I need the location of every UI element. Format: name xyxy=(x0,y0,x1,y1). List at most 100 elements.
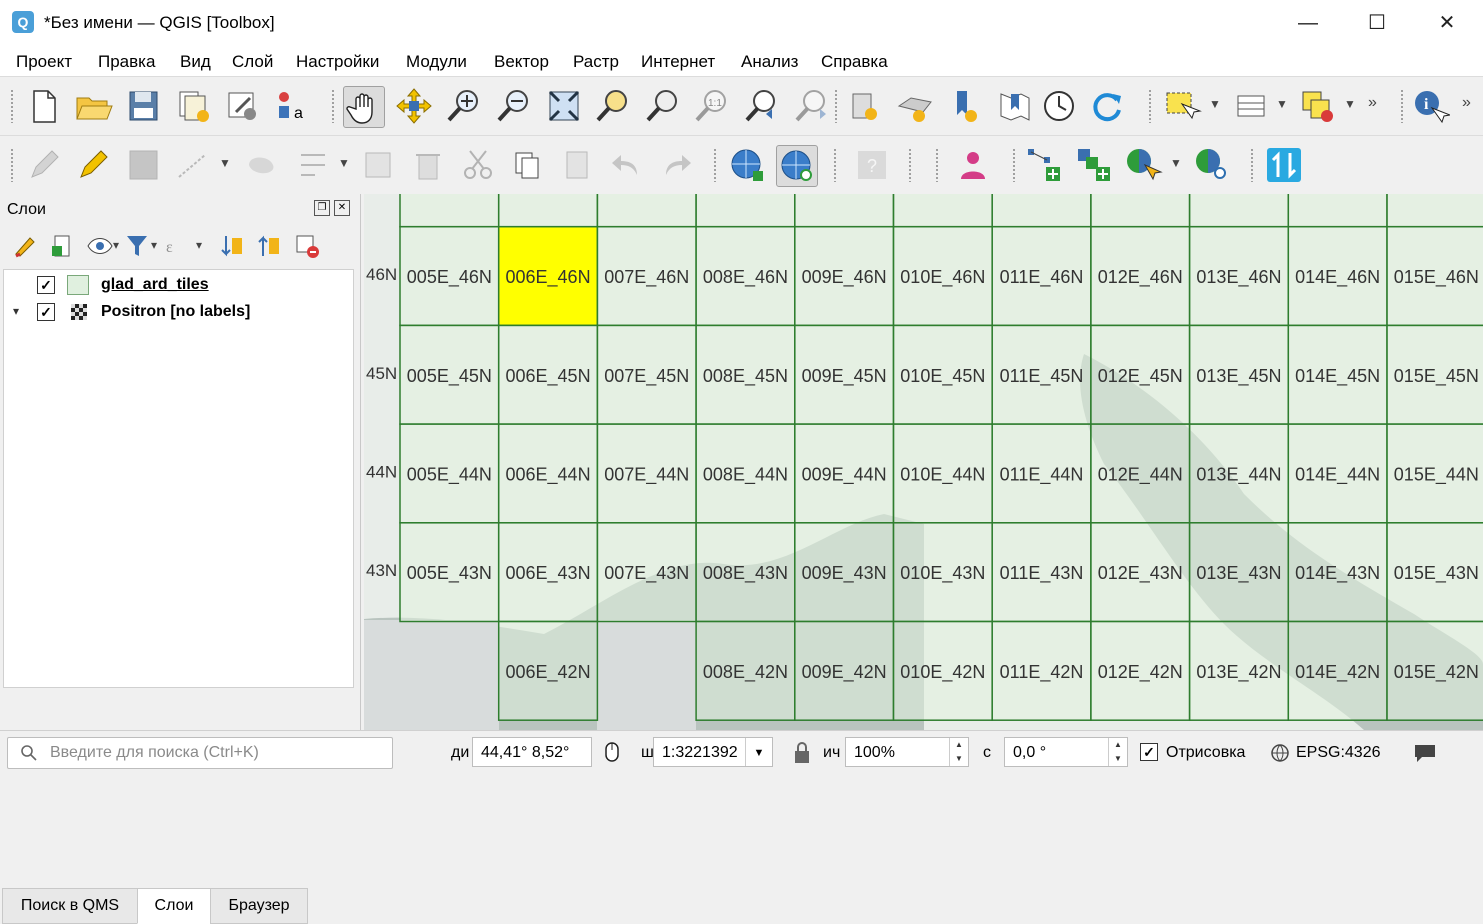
tile-cell[interactable] xyxy=(399,194,500,228)
zoom-native-icon[interactable]: 1:1 xyxy=(692,86,732,126)
toggle-editing-icon[interactable] xyxy=(73,145,113,185)
map-tips-icon[interactable] xyxy=(995,86,1035,126)
tab-layers[interactable]: Слои xyxy=(137,888,211,924)
refresh-icon[interactable] xyxy=(1087,86,1127,126)
chevron-down-icon[interactable]: ▾ xyxy=(113,238,119,252)
help-icon[interactable]: ? xyxy=(852,145,892,185)
float-panel-icon[interactable]: ❐ xyxy=(314,200,330,216)
open-attribute-table-icon[interactable] xyxy=(1232,86,1272,126)
style-manager-icon[interactable]: a xyxy=(272,86,312,126)
chevron-down-icon[interactable]: ▼ xyxy=(338,156,350,170)
new-bookmark-icon[interactable] xyxy=(845,86,885,126)
vertex-tool-icon[interactable] xyxy=(243,145,283,185)
crs-label[interactable]: EPSG:4326 xyxy=(1296,744,1381,762)
close-button[interactable]: ✕ xyxy=(1412,0,1482,46)
tile-cell[interactable] xyxy=(794,194,895,228)
minimize-button[interactable]: — xyxy=(1273,0,1343,46)
copy-features-icon[interactable] xyxy=(507,145,547,185)
qms-add-service-icon[interactable] xyxy=(727,145,767,185)
filter-expression-icon[interactable]: ε xyxy=(162,232,190,260)
layer-item[interactable]: ✓ glad_ard_tiles xyxy=(4,273,353,297)
tile-cell[interactable] xyxy=(1188,194,1290,228)
temporal-controller-icon[interactable] xyxy=(1039,86,1079,126)
menu-analysis[interactable]: Анализ xyxy=(741,52,798,72)
zoom-next-icon[interactable] xyxy=(792,86,832,126)
menu-vector[interactable]: Вектор xyxy=(494,52,549,72)
zoom-in-icon[interactable] xyxy=(444,86,484,126)
spin-arrows-icon[interactable]: ▲ ▼ xyxy=(1108,738,1127,766)
chevron-down-icon[interactable]: ▾ xyxy=(151,238,157,252)
menu-web[interactable]: Интернет xyxy=(641,52,715,72)
deselect-all-icon[interactable] xyxy=(1298,86,1338,126)
paste-features-icon[interactable] xyxy=(557,145,597,185)
decorations-icon[interactable] xyxy=(945,86,985,126)
modify-attributes-icon[interactable] xyxy=(293,145,333,185)
toolbar-grip[interactable] xyxy=(834,89,838,123)
style-layer-icon[interactable] xyxy=(12,232,40,260)
menu-raster[interactable]: Растр xyxy=(573,52,619,72)
layer-visibility-checkbox[interactable]: ✓ xyxy=(37,303,55,321)
layer-visibility-checkbox[interactable]: ✓ xyxy=(37,276,55,294)
mouse-coordinate-icon[interactable] xyxy=(600,741,624,765)
add-feature-icon[interactable] xyxy=(173,145,213,185)
chevron-down-icon[interactable]: ▼ xyxy=(1276,97,1288,111)
toolbar-grip[interactable] xyxy=(1400,89,1404,123)
collapse-all-icon[interactable] xyxy=(255,232,283,260)
chevron-down-icon[interactable]: ▼ xyxy=(219,156,231,170)
coordinate-field[interactable]: 44,41° 8,52° xyxy=(472,737,592,767)
chevron-down-icon[interactable]: ▼ xyxy=(745,738,772,766)
identify-features-icon[interactable]: i xyxy=(1410,86,1452,126)
redo-icon[interactable] xyxy=(656,145,696,185)
select-features-icon[interactable] xyxy=(1162,86,1202,126)
cut-features-icon[interactable] xyxy=(458,145,498,185)
menu-settings[interactable]: Настройки xyxy=(296,52,379,72)
map-canvas[interactable]: 005E_47N006E_47N007E_47N008E_47N009E_47N… xyxy=(364,194,1483,730)
toolbar-grip[interactable] xyxy=(1012,148,1016,182)
manage-visibility-icon[interactable] xyxy=(86,232,114,260)
pan-icon[interactable] xyxy=(343,86,385,128)
layer-item[interactable]: ▾ ✓ Positron [no labels] xyxy=(4,300,353,324)
select-by-location-icon[interactable] xyxy=(1123,145,1163,185)
qms-search-icon[interactable] xyxy=(776,145,818,187)
current-edits-icon[interactable] xyxy=(24,145,64,185)
delete-selected-icon[interactable] xyxy=(408,145,448,185)
crs-globe-icon[interactable] xyxy=(1270,743,1290,763)
print-layout-icon[interactable] xyxy=(173,86,213,126)
map-svg[interactable]: 005E_47N006E_47N007E_47N008E_47N009E_47N… xyxy=(364,194,1483,730)
toolbar-grip[interactable] xyxy=(713,148,717,182)
lock-scale-icon[interactable] xyxy=(792,741,812,765)
tile-cell[interactable] xyxy=(892,194,993,228)
toolbar-overflow-icon[interactable]: » xyxy=(1368,94,1377,112)
chevron-down-icon[interactable]: ▾ xyxy=(196,238,202,252)
chevron-down-icon[interactable]: ▼ xyxy=(1209,97,1221,111)
toolbar-grip[interactable] xyxy=(10,148,14,182)
user-profile-icon[interactable] xyxy=(953,145,993,185)
toolbar-grip[interactable] xyxy=(1148,89,1152,123)
remove-layer-icon[interactable] xyxy=(293,232,321,260)
new-project-icon[interactable] xyxy=(24,86,64,126)
zoom-out-icon[interactable] xyxy=(494,86,534,126)
tile-cell[interactable] xyxy=(991,194,1092,228)
chevron-down-icon[interactable]: ▼ xyxy=(1170,156,1182,170)
locator-search[interactable]: Введите для поиска (Ctrl+K) xyxy=(7,737,393,769)
show-bookmarks-icon[interactable] xyxy=(895,86,935,126)
menu-edit[interactable]: Правка xyxy=(98,52,155,72)
sort-icon[interactable] xyxy=(1264,145,1304,185)
toolbar-grip[interactable] xyxy=(1250,148,1254,182)
save-project-icon[interactable] xyxy=(123,86,163,126)
chevron-down-icon[interactable]: ▼ xyxy=(1344,97,1356,111)
tab-browser[interactable]: Браузер xyxy=(210,888,308,924)
tile-cell[interactable] xyxy=(596,194,697,228)
toolbar-grip[interactable] xyxy=(935,148,939,182)
toolbar-grip[interactable] xyxy=(331,89,335,123)
render-checkbox[interactable]: ✓ xyxy=(1140,743,1158,761)
menu-layer[interactable]: Слой xyxy=(232,52,273,72)
toolbar-overflow-icon[interactable]: » xyxy=(1462,94,1471,112)
save-edits-icon[interactable] xyxy=(123,145,163,185)
tile-cell[interactable] xyxy=(1287,194,1388,228)
maximize-button[interactable]: ☐ xyxy=(1342,0,1412,46)
menu-view[interactable]: Вид xyxy=(180,52,211,72)
zoom-last-icon[interactable] xyxy=(742,86,782,126)
spin-arrows-icon[interactable]: ▲ ▼ xyxy=(949,738,968,766)
filter-legend-icon[interactable] xyxy=(124,232,152,260)
